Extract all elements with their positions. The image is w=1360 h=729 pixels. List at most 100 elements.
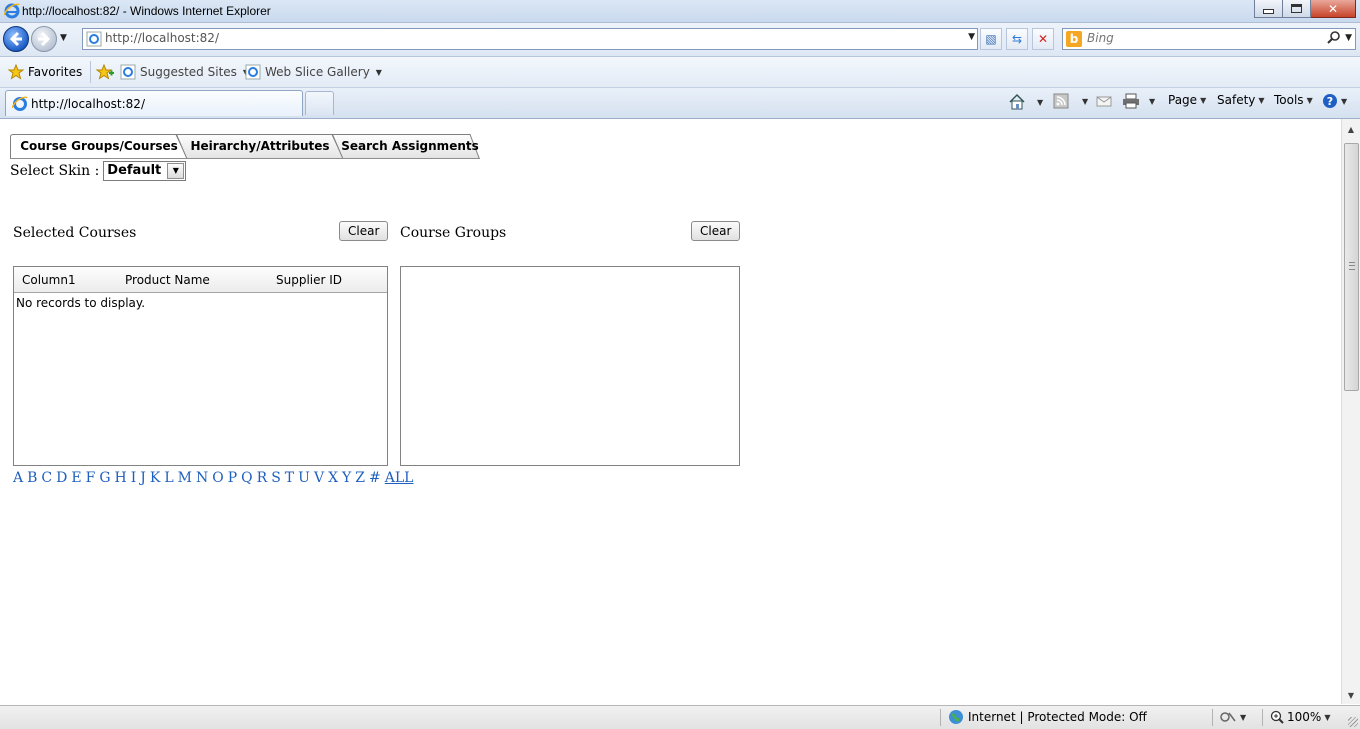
compatibility-view-button[interactable]: ▧ (980, 28, 1002, 50)
column-header-supplier-id[interactable]: Supplier ID (276, 273, 342, 287)
alphabet-letter-link[interactable]: U (298, 470, 310, 486)
add-to-favorites-bar-button[interactable] (96, 64, 114, 80)
alphabet-letter-link[interactable]: H (115, 470, 127, 486)
tools-menu[interactable]: Tools ▼ (1274, 93, 1313, 107)
skin-select-value: Default (107, 163, 162, 178)
chevron-down-icon: ▼ (1200, 95, 1207, 105)
refresh-button[interactable]: ⇆ (1006, 28, 1028, 50)
alphabet-letter-link[interactable]: B (27, 470, 37, 486)
alphabet-letter-link[interactable]: # (369, 470, 381, 486)
home-dropdown-icon[interactable]: ▼ (1037, 98, 1043, 107)
page-content: Course Groups/Courses Heirarchy/Attribut… (0, 119, 1341, 704)
column-header-product-name[interactable]: Product Name (125, 273, 210, 287)
scroll-grip-icon (1349, 262, 1355, 270)
alphabet-letter-link[interactable]: O (212, 470, 223, 486)
course-groups-tree[interactable] (400, 266, 740, 466)
alphabet-letter-link[interactable]: L (164, 470, 173, 486)
alphabet-letter-link[interactable]: Y (342, 470, 351, 486)
clear-course-groups-button[interactable]: Clear (691, 221, 741, 241)
maximize-button[interactable] (1283, 0, 1311, 18)
feeds-dropdown-icon[interactable]: ▼ (1082, 97, 1088, 106)
alphabet-letter-link[interactable]: J (140, 470, 146, 486)
tabstrip-baseline (10, 158, 480, 159)
grid-header: Column1 Product Name Supplier ID (14, 267, 387, 293)
close-window-button[interactable]: ✕ (1311, 0, 1356, 18)
alphabet-letter-link[interactable]: M (178, 470, 192, 486)
maximize-icon (1291, 4, 1302, 13)
favorites-button[interactable]: Favorites (8, 64, 82, 80)
refresh-icon: ⇆ (1011, 32, 1023, 46)
address-bar[interactable]: ▼ (82, 28, 978, 50)
safety-menu[interactable]: Safety ▼ (1217, 93, 1265, 107)
alphabet-all-link[interactable]: ALL (385, 470, 414, 486)
back-button[interactable] (3, 26, 29, 52)
forward-button[interactable] (31, 26, 57, 52)
alphabet-letter-link[interactable]: F (86, 470, 96, 486)
alphabet-letter-link[interactable]: S (271, 470, 281, 486)
chevron-down-icon[interactable]: ▼ (167, 163, 185, 179)
printer-icon (1123, 93, 1139, 109)
window-title: http://localhost:82/ - Windows Internet … (22, 4, 271, 18)
help-menu[interactable]: ? ▼ (1322, 93, 1347, 109)
tab-label: Search Assignments (341, 139, 479, 153)
security-status-button[interactable]: ▼ (1220, 710, 1246, 724)
print-button[interactable]: ▼ (1122, 93, 1155, 109)
chevron-down-icon: ▼ (1306, 95, 1313, 105)
alphabet-letter-link[interactable]: K (150, 470, 160, 486)
alphabet-letter-link[interactable]: G (99, 470, 110, 486)
safety-menu-label: Safety (1217, 93, 1256, 107)
globe-icon (949, 710, 963, 724)
tab-course-groups-courses[interactable]: Course Groups/Courses (10, 134, 188, 159)
new-tab-button[interactable] (305, 91, 334, 115)
column-header-column1[interactable]: Column1 (22, 273, 76, 287)
security-zone[interactable]: Internet | Protected Mode: Off (948, 709, 1147, 725)
read-mail-button[interactable] (1096, 93, 1112, 109)
browser-tab-active[interactable]: http://localhost:82/ (5, 90, 303, 116)
page-menu-label: Page (1168, 93, 1198, 107)
address-dropdown-icon[interactable]: ▼ (968, 32, 975, 42)
skin-select[interactable]: Default ▼ (103, 161, 187, 181)
alphabet-letter-link[interactable]: A (13, 470, 23, 486)
search-icon[interactable] (1327, 31, 1341, 45)
alphabet-letter-link[interactable]: I (131, 470, 137, 486)
alphabet-letter-link[interactable]: X (328, 470, 338, 486)
alphabet-filter: A B C D E F G H I J K L M N O P Q R S T U V X Y Z # ALL (13, 470, 417, 486)
web-slice-gallery-button[interactable]: Web Slice Gallery ▼ (245, 64, 382, 80)
stop-button[interactable]: ✕ (1032, 28, 1054, 50)
resize-grip-icon[interactable] (1348, 717, 1358, 727)
scrollbar-thumb[interactable] (1344, 143, 1359, 391)
search-box[interactable]: b ▼ (1062, 28, 1356, 50)
feeds-button[interactable]: ▼ (1053, 93, 1088, 109)
tab-row: http://localhost:82/ ▼ ▼ ▼ Page ▼ Safety… (0, 88, 1360, 119)
tab-search-assignments[interactable]: Search Assignments (332, 134, 480, 159)
alphabet-letter-link[interactable]: P (228, 470, 237, 486)
zoom-button[interactable]: 100% ▼ (1270, 710, 1330, 724)
home-icon (1009, 93, 1025, 110)
alphabet-letter-link[interactable]: Z (355, 470, 365, 486)
search-options-dropdown-icon[interactable]: ▼ (1345, 33, 1352, 43)
search-input[interactable] (1087, 30, 1307, 46)
help-icon: ? (1323, 94, 1337, 108)
page-menu[interactable]: Page ▼ (1168, 93, 1206, 107)
scroll-down-icon[interactable]: ▼ (1342, 687, 1360, 704)
suggested-sites-button[interactable]: Suggested Sites ▼ (120, 64, 249, 80)
alphabet-letter-link[interactable]: R (257, 470, 268, 486)
alphabet-letter-link[interactable]: D (56, 470, 67, 486)
address-input[interactable] (105, 30, 945, 46)
print-dropdown-icon[interactable]: ▼ (1149, 97, 1155, 106)
alphabet-letter-link[interactable]: T (285, 470, 294, 486)
web-slice-gallery-label: Web Slice Gallery (265, 65, 370, 79)
tab-heirarchy-attributes[interactable]: Heirarchy/Attributes (176, 134, 344, 159)
clear-selected-courses-button[interactable]: Clear (339, 221, 389, 241)
alphabet-letter-link[interactable]: E (71, 470, 81, 486)
minimize-button[interactable] (1254, 0, 1283, 18)
home-button[interactable]: ▼ (1008, 93, 1043, 111)
vertical-scrollbar[interactable]: ▲ ▼ (1341, 119, 1360, 704)
alphabet-letter-link[interactable]: N (196, 470, 208, 486)
scroll-up-icon[interactable]: ▲ (1342, 121, 1360, 138)
recent-pages-dropdown-icon[interactable]: ▼ (60, 33, 67, 43)
alphabet-letter-link[interactable]: V (314, 470, 324, 486)
alphabet-letter-link[interactable]: C (41, 470, 52, 486)
alphabet-letter-link[interactable]: Q (241, 470, 252, 486)
tools-menu-label: Tools (1274, 93, 1304, 107)
